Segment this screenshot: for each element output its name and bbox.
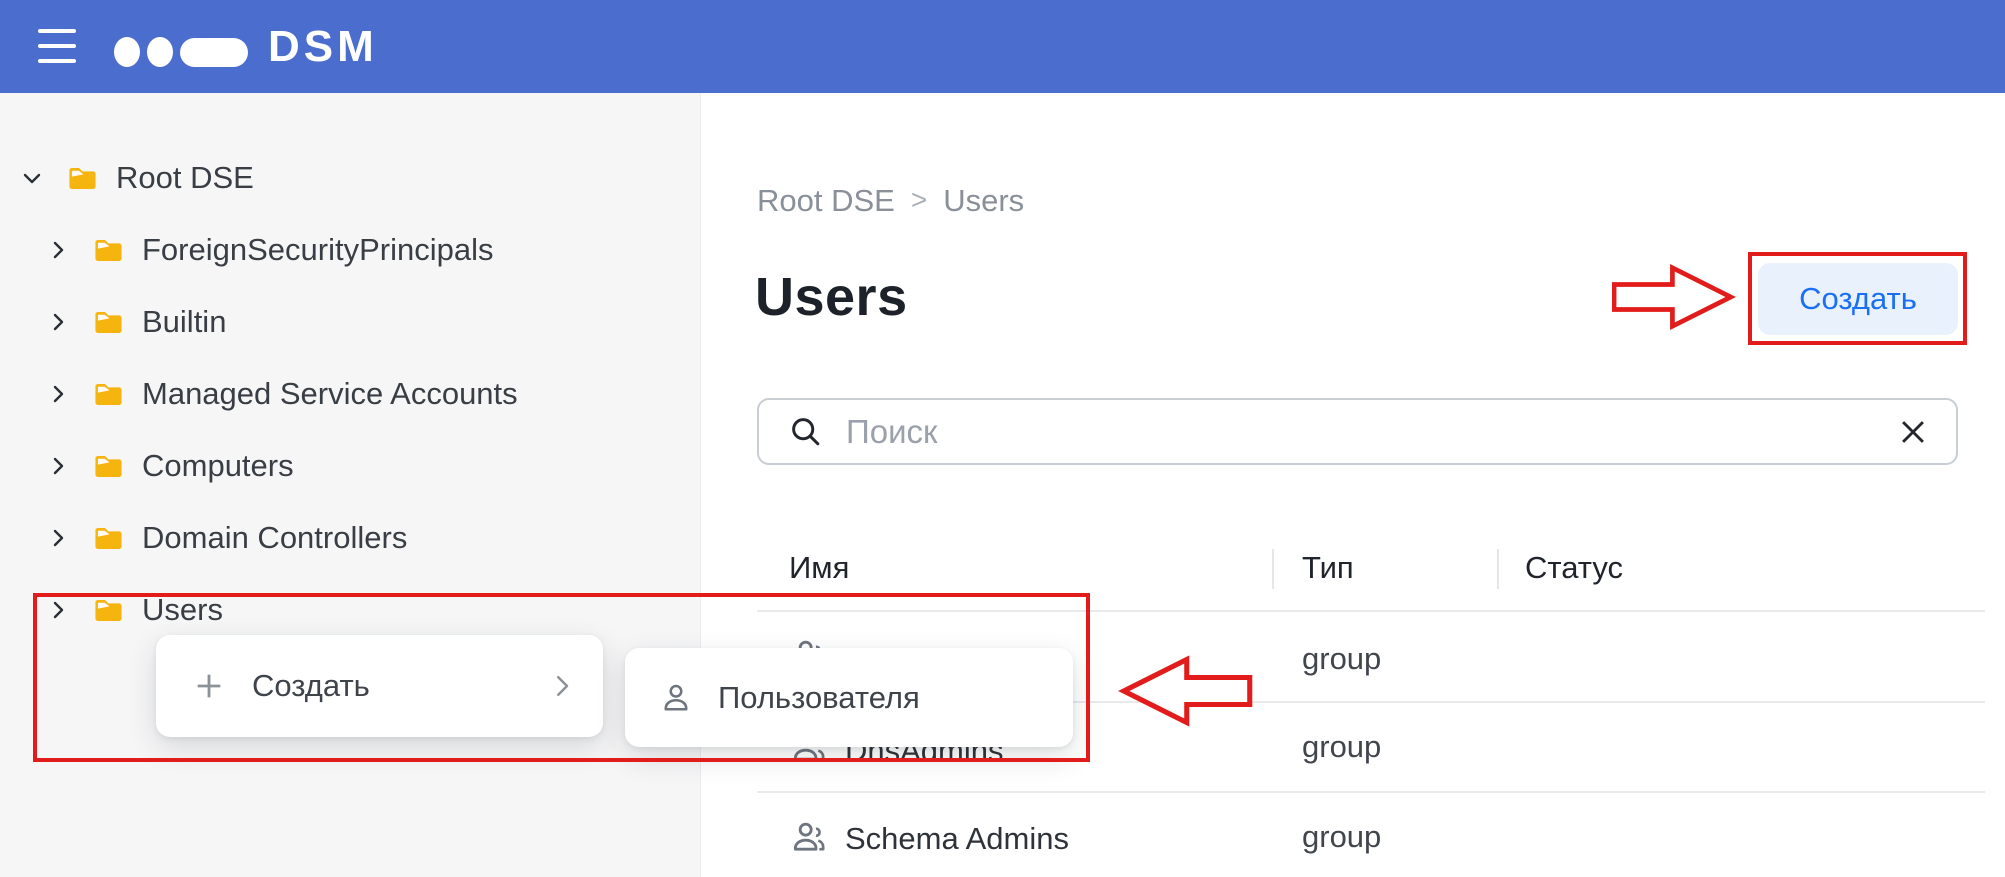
- create-button-label: Создать: [1799, 281, 1917, 317]
- chevron-right-icon[interactable]: [46, 382, 70, 406]
- folder-icon: [92, 594, 125, 627]
- breadcrumb-current: Users: [943, 183, 1024, 219]
- search-input[interactable]: [844, 412, 1896, 452]
- tree-item-label: Computers: [142, 448, 294, 484]
- chevron-right-icon[interactable]: [46, 238, 70, 262]
- logo-dot-icon: [147, 37, 173, 67]
- tree-item-domain-controllers[interactable]: Domain Controllers: [0, 502, 700, 574]
- user-icon: [658, 680, 694, 716]
- search-icon: [787, 413, 824, 450]
- table-row[interactable]: Schema Admins group: [757, 793, 1985, 877]
- chevron-right-icon[interactable]: [46, 526, 70, 550]
- folder-icon: [92, 450, 125, 483]
- chevron-right-icon[interactable]: [46, 310, 70, 334]
- search-box: [757, 398, 1958, 465]
- app-title: DSM: [268, 0, 378, 93]
- column-header-type: Тип: [1302, 550, 1354, 586]
- breadcrumb: Root DSE > Users: [757, 183, 1024, 219]
- tree-item-label: Domain Controllers: [142, 520, 407, 556]
- top-bar: DSM: [0, 0, 2005, 93]
- row-type: group: [1302, 729, 1381, 765]
- column-header-name: Имя: [789, 550, 849, 586]
- breadcrumb-root[interactable]: Root DSE: [757, 183, 895, 219]
- row-type: group: [1302, 641, 1381, 677]
- directory-tree: Root DSE ForeignSecurityPrincipals Built…: [0, 142, 700, 646]
- column-divider: [1497, 549, 1499, 589]
- row-name: Schema Admins: [845, 821, 1069, 857]
- chevron-right-icon: [547, 671, 577, 701]
- tree-item-computers[interactable]: Computers: [0, 430, 700, 502]
- folder-icon: [92, 378, 125, 411]
- chevron-down-icon[interactable]: [20, 166, 44, 190]
- tree-item-foreignsecurityprincipals[interactable]: ForeignSecurityPrincipals: [0, 214, 700, 286]
- create-button[interactable]: Создать: [1758, 263, 1958, 335]
- clear-search-icon[interactable]: [1896, 415, 1930, 449]
- tree-item-label: Managed Service Accounts: [142, 376, 518, 412]
- folder-icon: [66, 162, 99, 195]
- tree-item-label: Root DSE: [116, 160, 254, 196]
- annotation-arrow-right-icon: [1612, 262, 1737, 332]
- group-icon: [789, 817, 829, 857]
- plus-icon: [192, 669, 226, 703]
- hamburger-menu-icon[interactable]: [38, 29, 76, 63]
- folder-icon: [92, 522, 125, 555]
- tree-item-builtin[interactable]: Builtin: [0, 286, 700, 358]
- chevron-right-icon[interactable]: [46, 454, 70, 478]
- context-menu: Создать: [156, 635, 603, 737]
- page-title: Users: [755, 266, 908, 328]
- tree-item-managed-service-accounts[interactable]: Managed Service Accounts: [0, 358, 700, 430]
- folder-icon: [92, 306, 125, 339]
- menu-item-label: Пользователя: [718, 680, 920, 716]
- row-type: group: [1302, 819, 1381, 855]
- logo-dot-icon: [114, 37, 140, 67]
- breadcrumb-separator: >: [911, 184, 927, 216]
- table-header-underline: [757, 610, 1985, 612]
- tree-item-label: Builtin: [142, 304, 226, 340]
- sidebar: Root DSE ForeignSecurityPrincipals Built…: [0, 93, 701, 877]
- logo-pill-icon: [180, 38, 248, 67]
- app-logo-icon: [114, 36, 248, 68]
- tree-item-label: Users: [142, 592, 223, 628]
- chevron-right-icon[interactable]: [46, 598, 70, 622]
- folder-icon: [92, 234, 125, 267]
- column-divider: [1272, 549, 1274, 589]
- menu-item-label: Создать: [252, 668, 370, 704]
- column-header-status: Статус: [1525, 550, 1623, 586]
- tree-item-root-dse[interactable]: Root DSE: [0, 142, 700, 214]
- context-menu-item-create[interactable]: Создать: [156, 635, 603, 737]
- submenu-item-user[interactable]: Пользователя: [625, 648, 1073, 747]
- context-submenu: Пользователя: [625, 648, 1073, 747]
- tree-item-label: ForeignSecurityPrincipals: [142, 232, 493, 268]
